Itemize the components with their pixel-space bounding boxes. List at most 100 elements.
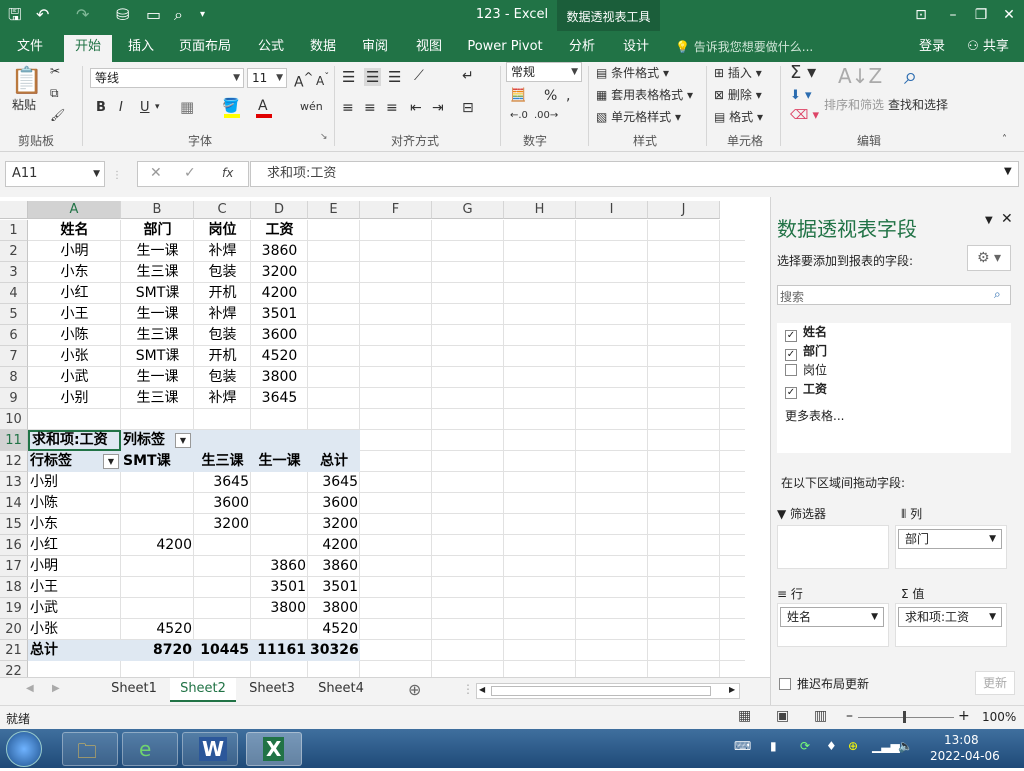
pivot-value-cell[interactable] (196, 619, 249, 640)
divider-grip-icon[interactable]: ⋮ (462, 682, 474, 696)
pivot-value-cell[interactable] (196, 535, 249, 556)
row-header[interactable]: 6 (0, 325, 28, 346)
row-header[interactable]: 11 (0, 430, 28, 451)
column-header[interactable]: F (360, 201, 432, 219)
data-cell[interactable]: 小别 (30, 388, 119, 409)
sheet-tab-sheet4[interactable]: Sheet4 (308, 678, 374, 702)
columns-area[interactable]: 部门 ▼ (895, 525, 1007, 569)
pivot-value-cell[interactable] (123, 493, 192, 514)
row-header[interactable]: 3 (0, 262, 28, 283)
pivot-value-cell[interactable]: 4200 (310, 535, 358, 556)
bold-button[interactable]: B (96, 100, 106, 115)
sort-filter-icon[interactable]: A↓Z (838, 64, 882, 88)
data-cell[interactable]: 开机 (196, 283, 249, 304)
columns-field-chip[interactable]: 部门 ▼ (898, 529, 1002, 549)
data-cell[interactable]: 包装 (196, 367, 249, 388)
grow-font-icon[interactable]: A^ (294, 70, 313, 91)
tab-file[interactable]: 文件 (8, 35, 52, 59)
pane-options-icon[interactable]: ▼ (985, 215, 993, 226)
sheet-tab-sheet1[interactable]: Sheet1 (102, 678, 166, 702)
rows-field-chip[interactable]: 姓名 ▼ (780, 607, 884, 627)
pivot-grand-total-cell[interactable]: 30326 (308, 640, 360, 661)
row-header[interactable]: 20 (0, 619, 28, 640)
pivot-value-cell[interactable]: 3800 (253, 598, 306, 619)
pivot-value-cell[interactable] (123, 598, 192, 619)
borders-icon[interactable]: ▦ (180, 98, 194, 116)
select-all-corner[interactable] (0, 201, 28, 219)
column-header[interactable]: E (308, 201, 360, 219)
font-dialog-launcher-icon[interactable]: ↘ (320, 132, 328, 142)
data-cell[interactable]: 生三课 (123, 325, 192, 346)
data-cell[interactable]: 包装 (196, 262, 249, 283)
data-cell[interactable]: 生一课 (123, 367, 192, 388)
field-department[interactable]: ✓ 部门 (785, 342, 827, 361)
chevron-down-icon[interactable]: ▾ (155, 102, 160, 112)
pivot-value-cell[interactable]: 3645 (196, 472, 249, 493)
ie-app[interactable]: e (122, 732, 178, 766)
data-cell[interactable]: 4520 (253, 346, 306, 367)
pivot-value-cell[interactable]: 3860 (310, 556, 358, 577)
minimize-button[interactable]: – (940, 4, 966, 26)
data-cell[interactable]: 生一课 (123, 304, 192, 325)
pivot-grand-total-cell[interactable]: 11161 (251, 640, 308, 661)
data-cell[interactable]: 3800 (253, 367, 306, 388)
pivot-row-name[interactable]: 小东 (30, 514, 119, 535)
pivot-row-name[interactable]: 小别 (30, 472, 119, 493)
column-header[interactable]: G (432, 201, 504, 219)
pivot-value-cell[interactable] (253, 472, 306, 493)
network-icon[interactable]: ▁▃▅ (872, 739, 900, 753)
paste-button[interactable]: 粘贴 (12, 96, 36, 113)
row-header[interactable]: 7 (0, 346, 28, 367)
shrink-font-icon[interactable]: Aˇ (316, 72, 329, 88)
gear-icon[interactable]: ⚙ ▾ (967, 245, 1011, 271)
row-header[interactable]: 16 (0, 535, 28, 556)
cancel-icon[interactable]: ✕ (150, 165, 162, 181)
tab-power-pivot[interactable]: Power Pivot (462, 35, 548, 59)
name-box[interactable]: A11 ▼ (5, 161, 105, 187)
pivot-value-cell[interactable]: 3200 (310, 514, 358, 535)
pivot-value-cell[interactable] (123, 514, 192, 535)
pivot-value-cell[interactable]: 3860 (253, 556, 306, 577)
pivot-value-cell[interactable] (123, 472, 192, 493)
data-cell[interactable]: 3501 (253, 304, 306, 325)
sync-icon[interactable]: ⟳ (800, 739, 810, 753)
row-filter-icon[interactable]: ▼ (103, 454, 119, 469)
pivot-grand-total-cell[interactable]: 8720 (121, 640, 194, 661)
pivot-value-label[interactable]: 求和项:工资 (28, 430, 121, 451)
autosum-icon[interactable]: Σ ▾ (790, 62, 816, 83)
page-break-icon[interactable]: ▥ (814, 708, 827, 724)
pivot-row-name[interactable]: 小红 (30, 535, 119, 556)
copy-icon[interactable]: ⧉ (50, 86, 59, 101)
merge-center-icon[interactable]: ⊟ (462, 100, 474, 116)
data-cell[interactable]: 生一课 (123, 241, 192, 262)
data-cell[interactable]: 3860 (253, 241, 306, 262)
data-cell[interactable]: 小红 (30, 283, 119, 304)
tab-insert[interactable]: 插入 (120, 35, 162, 59)
pivot-value-cell[interactable]: 3600 (310, 493, 358, 514)
excel-app[interactable]: X (246, 732, 302, 766)
header-cell[interactable]: 岗位 (196, 220, 249, 241)
phonetic-icon[interactable]: wén (300, 100, 323, 113)
row-header[interactable]: 5 (0, 304, 28, 325)
undo-icon[interactable]: ↶ (36, 4, 49, 26)
format-as-table-button[interactable]: ▦ 套用表格格式 ▾ (596, 86, 693, 103)
pivot-value-cell[interactable] (196, 577, 249, 598)
pivot-value-cell[interactable]: 3645 (310, 472, 358, 493)
row-header[interactable]: 10 (0, 409, 28, 430)
pivot-value-cell[interactable] (123, 577, 192, 598)
align-right-icon[interactable]: ≡ (386, 100, 398, 116)
add-icon[interactable]: ⊕ (848, 739, 858, 753)
row-header[interactable]: 13 (0, 472, 28, 493)
cut-icon[interactable]: ✂ (50, 64, 60, 78)
row-header[interactable]: 22 (0, 661, 28, 677)
data-cell[interactable]: 小明 (30, 241, 119, 262)
data-cell[interactable]: 补焊 (196, 241, 249, 262)
sheet-tab-sheet3[interactable]: Sheet3 (240, 678, 304, 702)
align-center-icon[interactable]: ≡ (364, 100, 376, 116)
next-sheet-icon[interactable]: ▶ (52, 683, 60, 694)
data-cell[interactable]: 开机 (196, 346, 249, 367)
scroll-right-icon[interactable]: ▶ (729, 685, 735, 694)
font-color-button[interactable]: A (258, 98, 268, 114)
data-cell[interactable]: SMT课 (123, 283, 192, 304)
column-header[interactable]: J (648, 201, 720, 219)
